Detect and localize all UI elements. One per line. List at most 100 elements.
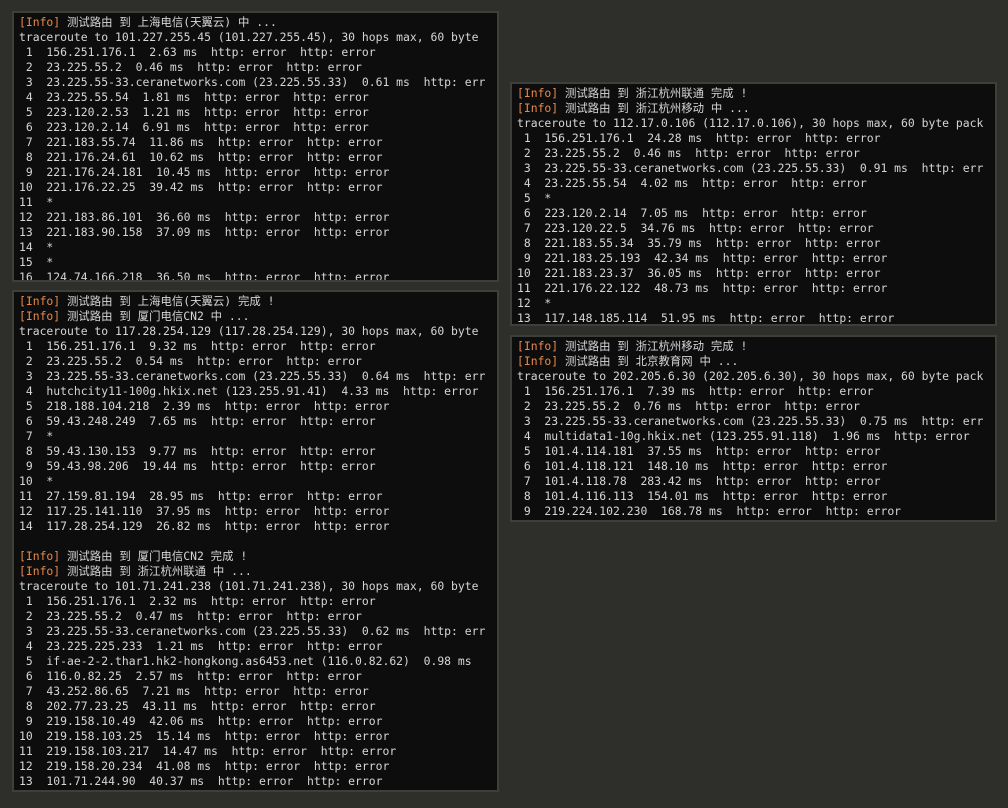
terminal-line-text: 14 * xyxy=(19,240,54,254)
terminal-line: [Info] 测试路由 到 厦门电信CN2 中 ... xyxy=(19,309,497,324)
terminal-line: 5 101.4.114.181 37.55 ms http: error htt… xyxy=(517,444,995,459)
terminal-line-text: 9 219.158.10.49 42.06 ms http: error htt… xyxy=(19,714,383,728)
terminal-line-text: traceroute to 202.205.6.30 (202.205.6.30… xyxy=(517,369,984,383)
terminal-window-xiamen-telecom-cn2: [Info] 测试路由 到 上海电信(天翼云) 完成 ! [Info] 测试路由 … xyxy=(12,290,499,792)
terminal-line: 11 27.159.81.194 28.95 ms http: error ht… xyxy=(19,489,497,504)
terminal-line: [Info] 测试路由 到 厦门电信CN2 完成 ! xyxy=(19,549,497,564)
terminal-line-text: 9 221.176.24.181 10.45 ms http: error ht… xyxy=(19,165,390,179)
terminal-line: 5 if-ae-2-2.thar1.hk2-hongkong.as6453.ne… xyxy=(19,654,497,669)
terminal-line: 12 * xyxy=(517,296,995,311)
terminal-line: 1 156.251.176.1 9.32 ms http: error http… xyxy=(19,339,497,354)
terminal-line: 4 23.225.55.54 1.81 ms http: error http:… xyxy=(19,90,497,105)
info-tag: [Info] xyxy=(19,309,61,323)
terminal-line-text: 测试路由 到 厦门电信CN2 完成 ! xyxy=(60,549,248,563)
terminal-line-text: 5 * xyxy=(517,191,552,205)
terminal-line-text: 2 23.225.55.2 0.47 ms http: error http: … xyxy=(19,609,362,623)
terminal-line: 6 223.120.2.14 6.91 ms http: error http:… xyxy=(19,120,497,135)
terminal-line: 4 hutchcity11-100g.hkix.net (123.255.91.… xyxy=(19,384,497,399)
terminal-line: 14 117.28.254.129 26.82 ms http: error h… xyxy=(19,519,497,534)
terminal-line-text: 10 221.183.23.37 36.05 ms http: error ht… xyxy=(517,266,881,280)
info-tag: [Info] xyxy=(19,294,61,308)
terminal-line-text: 12 117.25.141.110 37.95 ms http: error h… xyxy=(19,504,390,518)
terminal-line: 7 43.252.86.65 7.21 ms http: error http:… xyxy=(19,684,497,699)
terminal-line: 8 221.176.24.61 10.62 ms http: error htt… xyxy=(19,150,497,165)
terminal-line: 9 221.183.25.193 42.34 ms http: error ht… xyxy=(517,251,995,266)
terminal-line-text: 8 202.77.23.25 43.11 ms http: error http… xyxy=(19,699,376,713)
terminal-window-zhejiang-hangzhou-mobile: [Info] 测试路由 到 浙江杭州联通 完成 ! [Info] 测试路由 到 浙… xyxy=(510,82,997,326)
terminal-line-text: 5 if-ae-2-2.thar1.hk2-hongkong.as6453.ne… xyxy=(19,654,472,668)
terminal-line: 11 219.158.103.217 14.47 ms http: error … xyxy=(19,744,497,759)
terminal-line: 6 101.4.118.121 148.10 ms http: error ht… xyxy=(517,459,995,474)
info-tag: [Info] xyxy=(19,564,61,578)
terminal-line-text: 2 23.225.55.2 0.46 ms http: error http: … xyxy=(19,60,362,74)
terminal-line: [Info] 测试路由 到 浙江杭州联通 中 ... xyxy=(19,564,497,579)
terminal-line-text: 2 23.225.55.2 0.46 ms http: error http: … xyxy=(517,146,860,160)
terminal-line-text: 9 221.183.25.193 42.34 ms http: error ht… xyxy=(517,251,888,265)
terminal-line-text: 测试路由 到 浙江杭州联通 完成 ! xyxy=(558,86,748,100)
terminal-line: 8 202.77.23.25 43.11 ms http: error http… xyxy=(19,699,497,714)
terminal-line-text: traceroute to 101.71.241.238 (101.71.241… xyxy=(19,579,479,593)
terminal-window-beijing-cernet: [Info] 测试路由 到 浙江杭州移动 完成 ! [Info] 测试路由 到 北… xyxy=(510,335,997,522)
terminal-line-text: 11 219.158.103.217 14.47 ms http: error … xyxy=(19,744,397,758)
terminal-line: [Info] 测试路由 到 上海电信(天翼云) 中 ... xyxy=(19,15,497,30)
terminal-line-text: 6 101.4.118.121 148.10 ms http: error ht… xyxy=(517,459,888,473)
terminal-line-text: 5 218.188.104.218 2.39 ms http: error ht… xyxy=(19,399,390,413)
terminal-line-text: 5 223.120.2.53 1.21 ms http: error http:… xyxy=(19,105,369,119)
terminal-line-text: 6 223.120.2.14 6.91 ms http: error http:… xyxy=(19,120,369,134)
terminal-line-text: 10 221.176.22.25 39.42 ms http: error ht… xyxy=(19,180,383,194)
terminal-line-text: 16 124.74.166.218 36.50 ms http: error h… xyxy=(19,270,390,282)
terminal-line: 7 221.183.55.74 11.86 ms http: error htt… xyxy=(19,135,497,150)
terminal-line-text: traceroute to 112.17.0.106 (112.17.0.106… xyxy=(517,116,984,130)
terminal-line-text: 12 219.158.20.234 41.08 ms http: error h… xyxy=(19,759,390,773)
terminal-line: traceroute to 101.71.241.238 (101.71.241… xyxy=(19,579,497,594)
terminal-line-text: 10 219.158.103.25 15.14 ms http: error h… xyxy=(19,729,390,743)
terminal-line-text: 1 156.251.176.1 2.32 ms http: error http… xyxy=(19,594,376,608)
terminal-line-text: 12 221.183.86.101 36.60 ms http: error h… xyxy=(19,210,390,224)
terminal-line-text: 4 hutchcity11-100g.hkix.net (123.255.91.… xyxy=(19,384,479,398)
info-tag: [Info] xyxy=(517,101,559,115)
terminal-line: [Info] 测试路由 到 北京教育网 中 ... xyxy=(517,354,995,369)
terminal-line: 3 23.225.55-33.ceranetworks.com (23.225.… xyxy=(19,624,497,639)
terminal-line: 7 * xyxy=(19,429,497,444)
info-tag: [Info] xyxy=(19,549,61,563)
screenshot-collage: { "terminal_1": { "lines": [ {"tag": "[I… xyxy=(0,0,1008,808)
terminal-line: 2 23.225.55.2 0.76 ms http: error http: … xyxy=(517,399,995,414)
terminal-line-text: 测试路由 到 浙江杭州移动 完成 ! xyxy=(558,339,748,353)
terminal-line-text: traceroute to 101.227.255.45 (101.227.25… xyxy=(19,30,479,44)
info-tag: [Info] xyxy=(517,86,559,100)
terminal-line: 5 * xyxy=(517,191,995,206)
terminal-line: [Info] 测试路由 到 浙江杭州移动 中 ... xyxy=(517,101,995,116)
terminal-line: 3 23.225.55-33.ceranetworks.com (23.225.… xyxy=(19,75,497,90)
terminal-line: 10 221.183.23.37 36.05 ms http: error ht… xyxy=(517,266,995,281)
terminal-line-text: 测试路由 到 北京教育网 中 ... xyxy=(558,354,739,368)
terminal-line: 2 23.225.55.2 0.46 ms http: error http: … xyxy=(517,146,995,161)
info-tag: [Info] xyxy=(517,354,559,368)
terminal-line: traceroute to 112.17.0.106 (112.17.0.106… xyxy=(517,116,995,131)
terminal-line-text: 测试路由 到 厦门电信CN2 中 ... xyxy=(60,309,250,323)
terminal-line: 4 23.225.225.233 1.21 ms http: error htt… xyxy=(19,639,497,654)
info-tag: [Info] xyxy=(19,15,61,29)
terminal-line-text: 6 116.0.82.25 2.57 ms http: error http: … xyxy=(19,669,362,683)
terminal-line: 14 * xyxy=(19,240,497,255)
terminal-line: 9 59.43.98.206 19.44 ms http: error http… xyxy=(19,459,497,474)
terminal-line: 16 124.74.166.218 36.50 ms http: error h… xyxy=(19,270,497,282)
terminal-line: 4 23.225.55.54 4.02 ms http: error http:… xyxy=(517,176,995,191)
terminal-line: traceroute to 202.205.6.30 (202.205.6.30… xyxy=(517,369,995,384)
terminal-line: 9 219.158.10.49 42.06 ms http: error htt… xyxy=(19,714,497,729)
terminal-line: 6 116.0.82.25 2.57 ms http: error http: … xyxy=(19,669,497,684)
terminal-line-text: 4 23.225.225.233 1.21 ms http: error htt… xyxy=(19,639,383,653)
terminal-line-text: 1 156.251.176.1 7.39 ms http: error http… xyxy=(517,384,874,398)
terminal-line-text: 13 117.148.185.114 51.95 ms http: error … xyxy=(517,311,895,325)
terminal-line: traceroute to 101.227.255.45 (101.227.25… xyxy=(19,30,497,45)
terminal-line-text: 测试路由 到 上海电信(天翼云) 完成 ! xyxy=(60,294,275,308)
terminal-line-text: 3 23.225.55-33.ceranetworks.com (23.225.… xyxy=(19,75,486,89)
terminal-line: traceroute to 117.28.254.129 (117.28.254… xyxy=(19,324,497,339)
terminal-line-text: 4 multidata1-10g.hkix.net (123.255.91.11… xyxy=(517,429,970,443)
terminal-window-shanghai-telecom: [Info] 测试路由 到 上海电信(天翼云) 中 ... traceroute … xyxy=(12,11,499,282)
terminal-line-text: 11 27.159.81.194 28.95 ms http: error ht… xyxy=(19,489,383,503)
terminal-line-text: 6 223.120.2.14 7.05 ms http: error http:… xyxy=(517,206,867,220)
terminal-line-text: 1 156.251.176.1 9.32 ms http: error http… xyxy=(19,339,376,353)
terminal-line: 12 117.25.141.110 37.95 ms http: error h… xyxy=(19,504,497,519)
terminal-line: 10 219.158.103.25 15.14 ms http: error h… xyxy=(19,729,497,744)
